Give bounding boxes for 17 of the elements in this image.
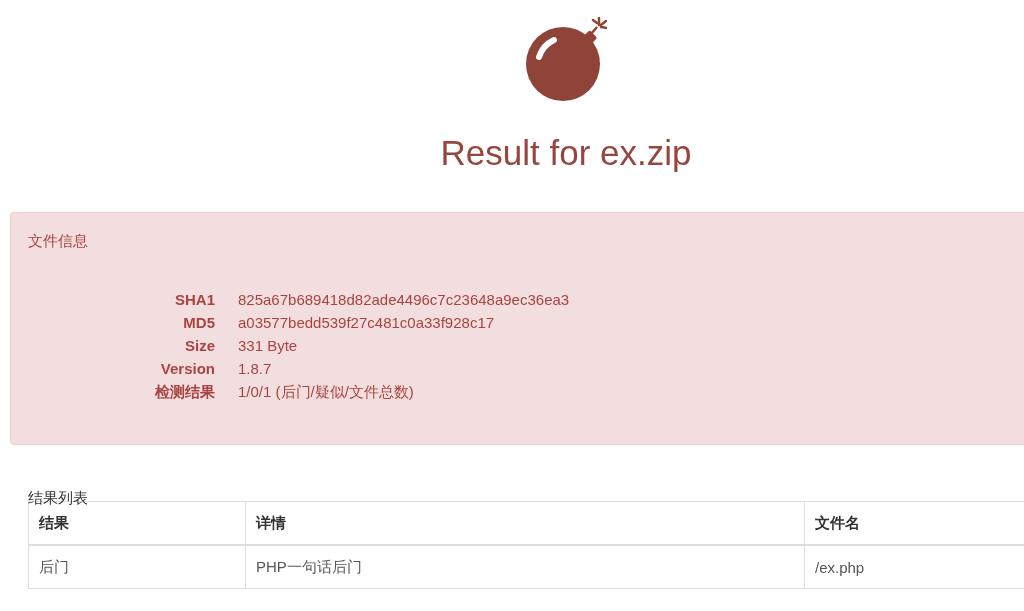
field-value: a03577bedd539f27c481c0a33f928c17 xyxy=(238,313,495,333)
column-header: 文件名 xyxy=(804,501,1024,545)
bomb-icon xyxy=(523,17,607,101)
field-label: Version xyxy=(160,359,215,379)
panel-heading: 文件信息 xyxy=(28,231,89,251)
table-cell: PHP一句话后门 xyxy=(245,545,805,589)
field-label: SHA1 xyxy=(175,290,215,310)
field-label: Size xyxy=(185,336,215,356)
field-label: MD5 xyxy=(183,313,215,333)
field-value: 331 Byte xyxy=(238,336,298,356)
field-value: 1/0/1 (后门/疑似/文件总数) xyxy=(238,382,414,402)
table-cell: 后门 xyxy=(28,545,246,589)
field-value: 1.8.7 xyxy=(238,359,272,379)
column-header: 详情 xyxy=(245,501,805,545)
page-title: Result for ex.zip xyxy=(440,132,692,174)
field-value: 825a67b689418d82ade4496c7c23648a9ec36ea3 xyxy=(238,290,570,310)
field-label: 检测结果 xyxy=(155,382,215,402)
